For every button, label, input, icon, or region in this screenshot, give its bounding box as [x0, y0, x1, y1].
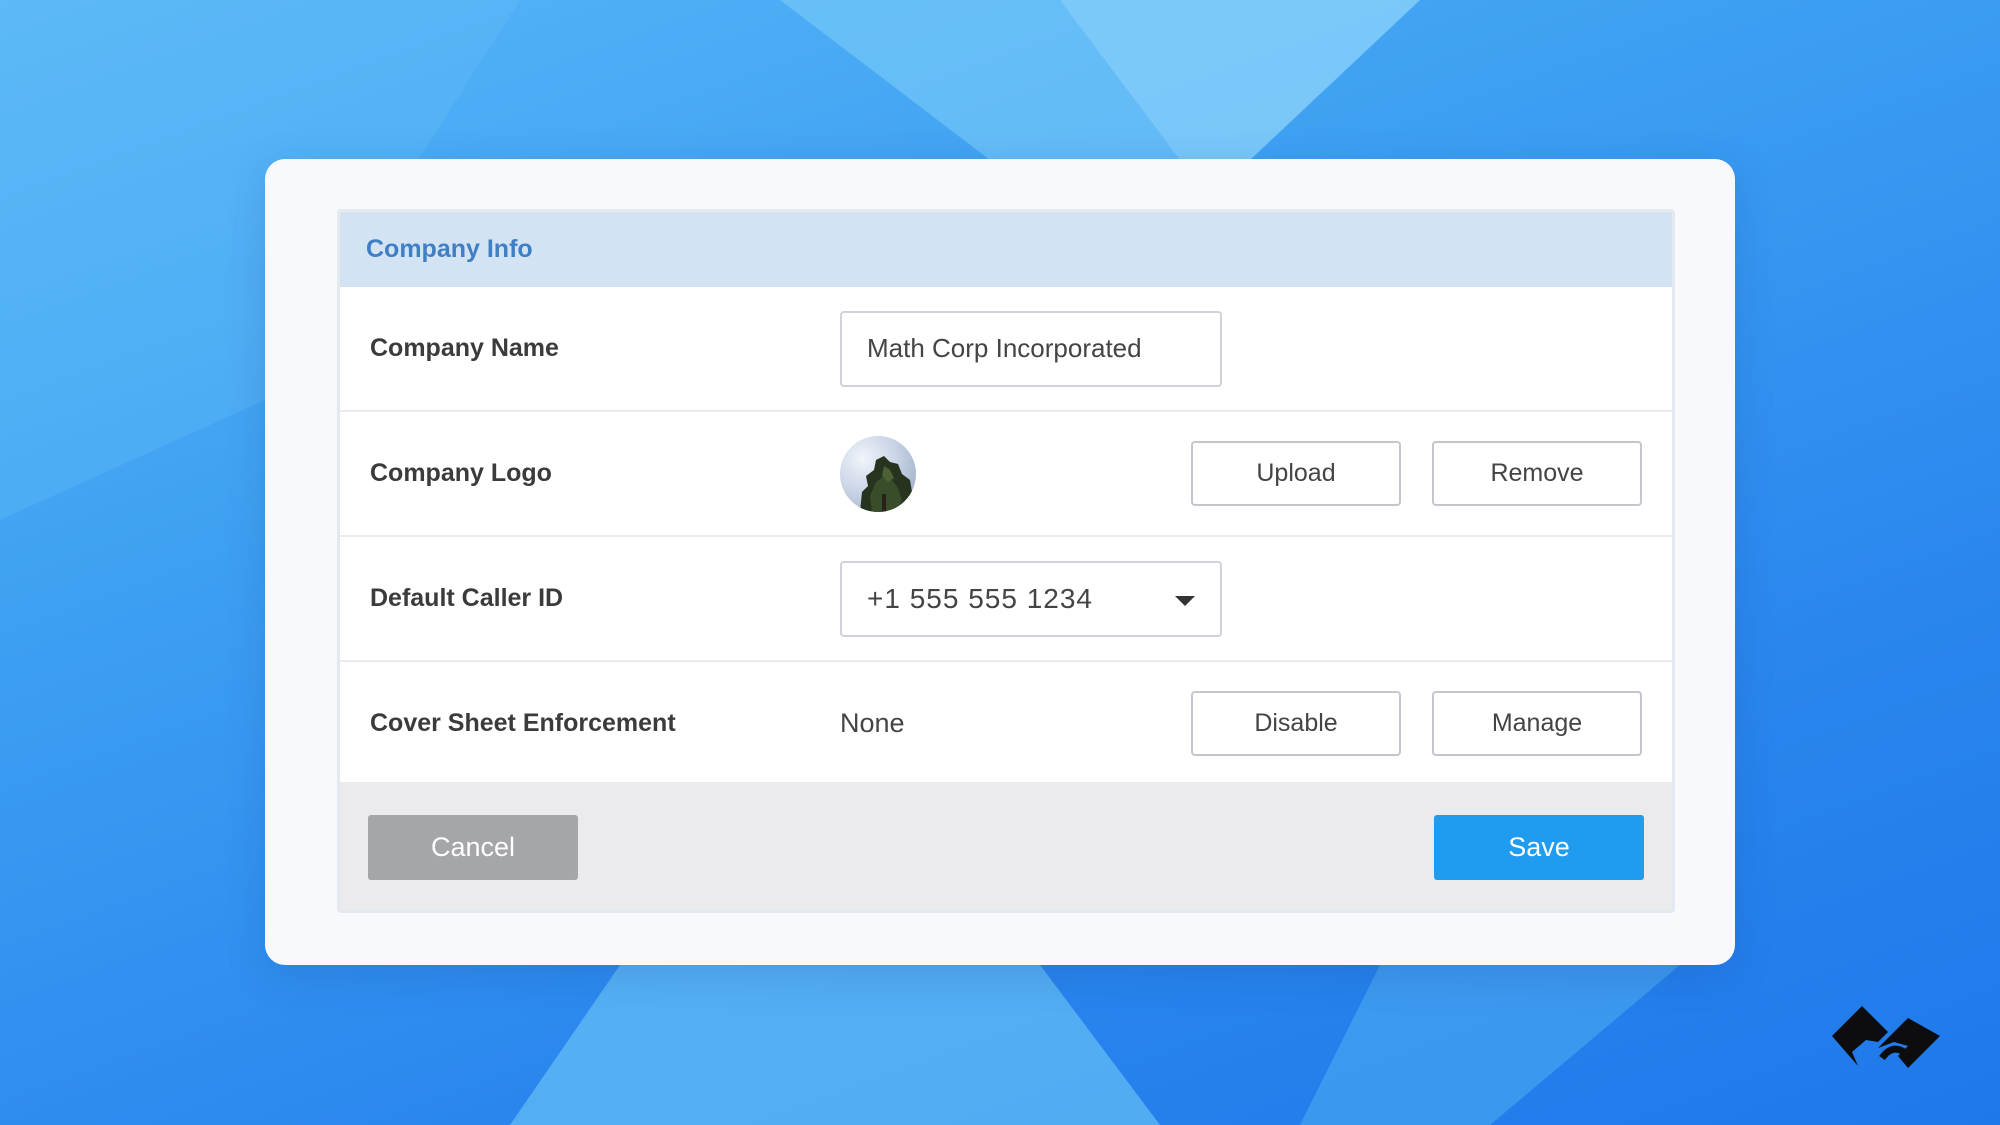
company-logo-label: Company Logo: [370, 459, 552, 487]
upload-button[interactable]: Upload: [1191, 441, 1401, 506]
disable-button[interactable]: Disable: [1191, 691, 1401, 756]
cancel-button[interactable]: Cancel: [368, 815, 578, 880]
company-name-input[interactable]: Math Corp Incorporated: [840, 310, 1222, 387]
panel-footer: Cancel Save: [340, 782, 1672, 910]
remove-button[interactable]: Remove: [1432, 441, 1642, 506]
brand-logo-icon: [1832, 1006, 1940, 1068]
panel-title: Company Info: [366, 235, 533, 263]
row-company-logo: Company Logo Upload Remove: [340, 412, 1672, 537]
panel-header: Company Info: [340, 212, 1672, 287]
cover-sheet-enforcement-label: Cover Sheet Enforcement: [370, 709, 676, 737]
row-cover-sheet-enforcement: Cover Sheet Enforcement None Disable Man…: [340, 662, 1672, 787]
caller-id-select[interactable]: +1 555 555 1234: [840, 560, 1222, 637]
save-button[interactable]: Save: [1434, 815, 1644, 880]
cover-sheet-value: None: [840, 708, 905, 738]
company-name-label: Company Name: [370, 334, 559, 362]
caller-id-value: +1 555 555 1234: [867, 582, 1093, 614]
company-info-panel: Company Info Company Name Math Corp Inco…: [337, 209, 1675, 913]
company-logo-avatar: [840, 435, 916, 512]
settings-card: Company Info Company Name Math Corp Inco…: [265, 159, 1735, 965]
chevron-down-icon: [1175, 595, 1195, 606]
default-caller-id-label: Default Caller ID: [370, 584, 564, 612]
manage-button[interactable]: Manage: [1432, 691, 1642, 756]
company-name-value: Math Corp Incorporated: [867, 333, 1142, 363]
row-company-name: Company Name Math Corp Incorporated: [340, 287, 1672, 412]
row-default-caller-id: Default Caller ID +1 555 555 1234: [340, 537, 1672, 662]
